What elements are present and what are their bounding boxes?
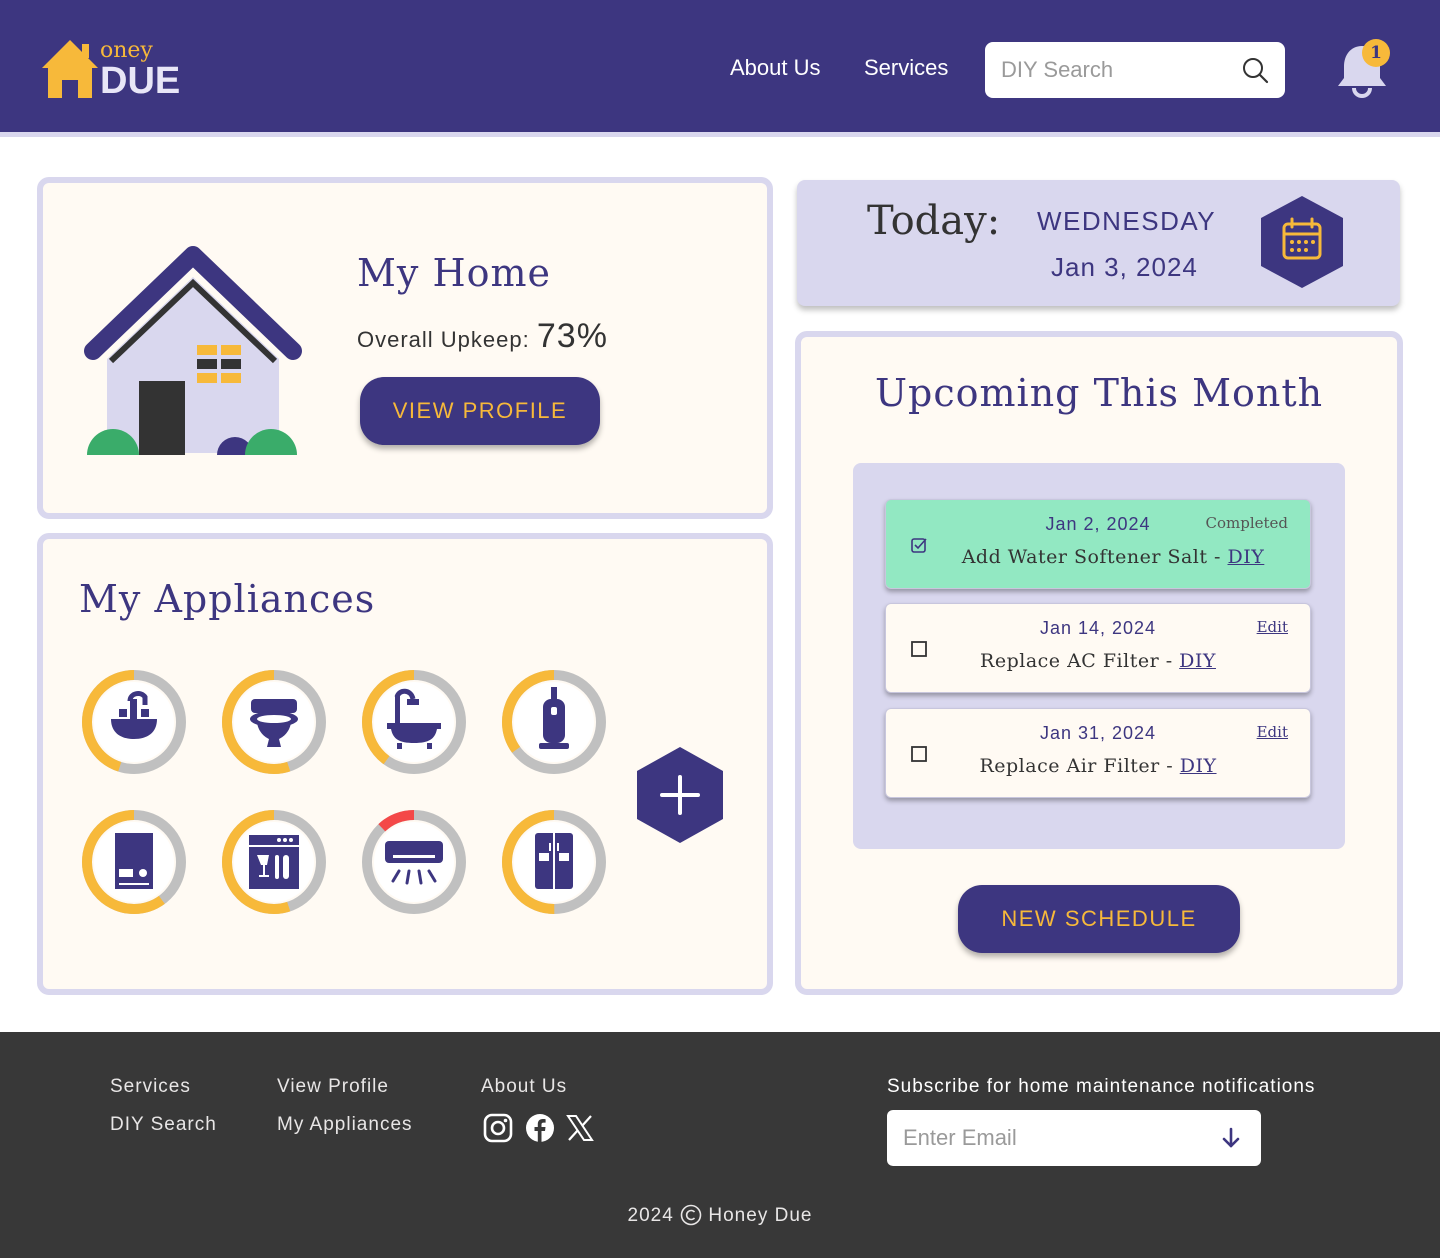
my-appliances-card: My Appliances bbox=[37, 533, 773, 995]
house-logo-icon bbox=[42, 40, 98, 98]
footer-link-about-us[interactable]: About Us bbox=[481, 1076, 567, 1098]
task-status-completed: Completed bbox=[1205, 514, 1288, 532]
view-profile-button[interactable]: VIEW PROFILE bbox=[360, 377, 600, 445]
overall-upkeep: Overall Upkeep: 73% bbox=[357, 317, 608, 356]
footer-link-my-appliances[interactable]: My Appliances bbox=[277, 1114, 413, 1136]
house-illustration-icon bbox=[84, 246, 302, 455]
upcoming-card: Upcoming This Month Jan 2, 2024 Complete… bbox=[795, 331, 1403, 995]
task-name: Replace Air Filter - DIY bbox=[979, 755, 1217, 777]
facebook-icon[interactable] bbox=[524, 1112, 556, 1144]
honey-due-logo[interactable]: oney DUE bbox=[38, 36, 180, 106]
appliance-dishwasher[interactable] bbox=[219, 807, 329, 917]
fridge-icon bbox=[502, 810, 606, 914]
copyright-icon bbox=[680, 1204, 702, 1226]
task-item: Jan 2, 2024 Completed Add Water Softener… bbox=[885, 499, 1311, 589]
email-input[interactable] bbox=[903, 1110, 1203, 1166]
add-appliance-button[interactable] bbox=[635, 745, 725, 845]
vacuum-icon bbox=[502, 670, 606, 774]
header: oney DUE About Us Services 1 bbox=[0, 0, 1440, 137]
my-home-title: My Home bbox=[357, 251, 551, 295]
toilet-icon bbox=[222, 670, 326, 774]
notification-badge: 1 bbox=[1362, 39, 1390, 67]
bathtub-icon bbox=[362, 670, 466, 774]
upkeep-value: 73% bbox=[536, 317, 608, 355]
new-schedule-button[interactable]: NEW SCHEDULE bbox=[958, 885, 1240, 953]
today-label: Today: bbox=[867, 198, 1001, 244]
appliance-air-conditioner[interactable] bbox=[359, 807, 469, 917]
footer-link-services[interactable]: Services bbox=[110, 1076, 191, 1098]
upcoming-title: Upcoming This Month bbox=[875, 371, 1324, 415]
footer-link-view-profile[interactable]: View Profile bbox=[277, 1076, 389, 1098]
appliance-bathtub[interactable] bbox=[359, 667, 469, 777]
logo-text-due: DUE bbox=[100, 60, 181, 102]
task-date: Jan 31, 2024 bbox=[1039, 723, 1157, 743]
upkeep-label: Overall Upkeep: bbox=[357, 327, 530, 352]
task-item: Jan 14, 2024 Edit Replace AC Filter - DI… bbox=[885, 603, 1311, 693]
diy-link[interactable]: DIY bbox=[1180, 755, 1217, 777]
x-icon[interactable] bbox=[564, 1112, 596, 1144]
task-edit-link[interactable]: Edit bbox=[1257, 723, 1288, 741]
appliance-water-heater[interactable] bbox=[79, 807, 189, 917]
today-card: Today: WEDNESDAY Jan 3, 2024 bbox=[797, 180, 1400, 306]
copyright: 2024 Honey Due bbox=[627, 1204, 813, 1226]
boiler-icon bbox=[82, 810, 186, 914]
today-date: Jan 3, 2024 bbox=[1051, 252, 1198, 282]
subscribe-text: Subscribe for home maintenance notificat… bbox=[887, 1076, 1316, 1097]
nav-services[interactable]: Services bbox=[864, 55, 948, 81]
task-name: Replace AC Filter - DIY bbox=[980, 650, 1216, 672]
diy-search-input[interactable] bbox=[1001, 42, 1231, 98]
dishwasher-icon bbox=[222, 810, 326, 914]
instagram-icon[interactable] bbox=[482, 1112, 514, 1144]
footer-link-diy-search[interactable]: DIY Search bbox=[110, 1114, 217, 1136]
appliance-vacuum[interactable] bbox=[499, 667, 609, 777]
diy-search-box bbox=[985, 42, 1285, 98]
footer: Services DIY Search View Profile My Appl… bbox=[0, 1032, 1440, 1258]
appliance-sink[interactable] bbox=[79, 667, 189, 777]
appliance-toilet[interactable] bbox=[219, 667, 329, 777]
email-box bbox=[887, 1110, 1261, 1166]
diy-link[interactable]: DIY bbox=[1179, 650, 1216, 672]
appliance-refrigerator[interactable] bbox=[499, 807, 609, 917]
arrow-down-icon[interactable] bbox=[1219, 1126, 1243, 1150]
task-name: Add Water Softener Salt - DIY bbox=[961, 546, 1265, 568]
task-item: Jan 31, 2024 Edit Replace Air Filter - D… bbox=[885, 708, 1311, 798]
diy-link[interactable]: DIY bbox=[1228, 546, 1265, 568]
calendar-icon[interactable] bbox=[1259, 194, 1345, 290]
task-date: Jan 14, 2024 bbox=[1039, 618, 1157, 638]
my-home-card: My Home Overall Upkeep: 73% VIEW PROFILE bbox=[37, 177, 773, 519]
ac-icon bbox=[362, 810, 466, 914]
my-appliances-title: My Appliances bbox=[79, 577, 376, 621]
task-edit-link[interactable]: Edit bbox=[1257, 618, 1288, 636]
sink-icon bbox=[82, 670, 186, 774]
today-weekday: WEDNESDAY bbox=[1037, 206, 1217, 236]
task-list: Jan 2, 2024 Completed Add Water Softener… bbox=[853, 463, 1345, 849]
nav-about-us[interactable]: About Us bbox=[730, 55, 821, 81]
search-icon[interactable] bbox=[1241, 56, 1269, 84]
